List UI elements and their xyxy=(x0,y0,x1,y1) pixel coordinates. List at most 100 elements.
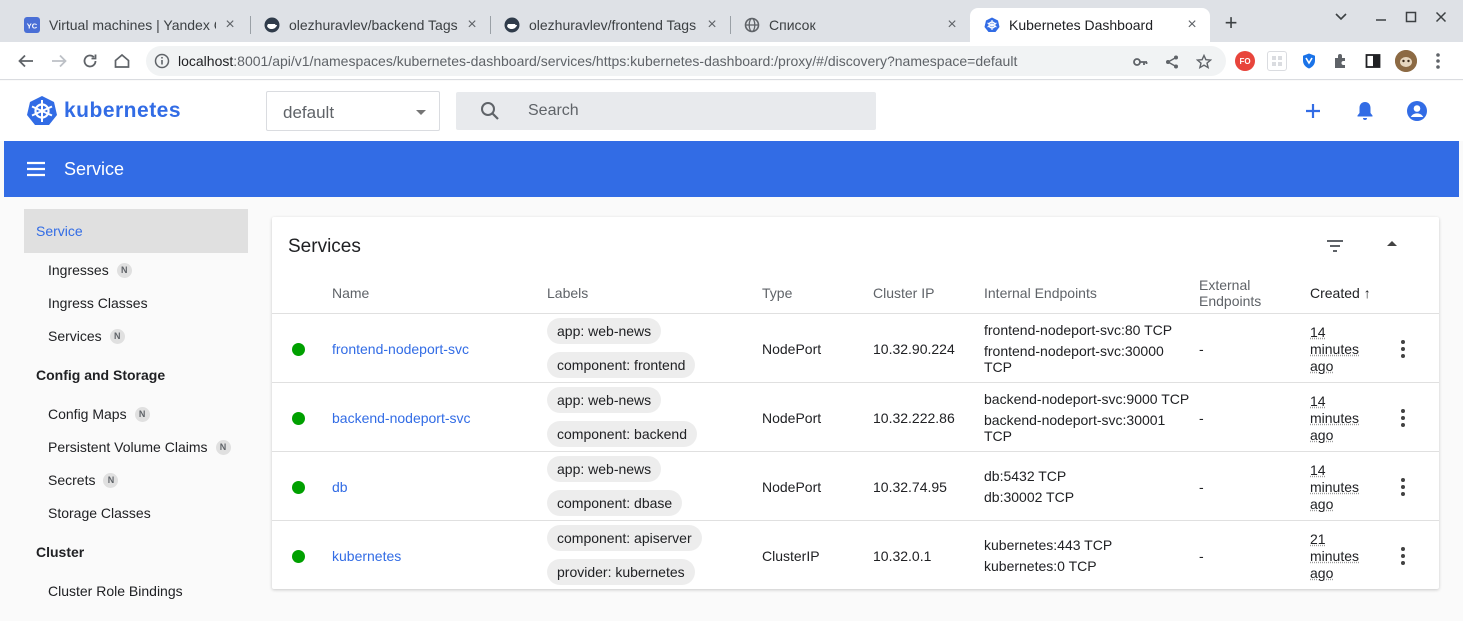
namespace-value: default xyxy=(283,103,335,122)
row-actions-kebab-icon[interactable] xyxy=(1396,476,1410,498)
account-circle-icon[interactable] xyxy=(1405,99,1429,123)
extensions-puzzle-icon[interactable] xyxy=(1331,51,1351,71)
back-arrow-icon[interactable] xyxy=(15,50,37,72)
close-icon[interactable]: × xyxy=(222,17,238,33)
row-actions-kebab-icon[interactable] xyxy=(1396,407,1410,429)
browser-tab-backend[interactable]: olezhuravlev/backend Tags | Docker Hub × xyxy=(250,8,490,42)
close-icon[interactable]: × xyxy=(1184,17,1200,33)
row-actions-kebab-icon[interactable] xyxy=(1396,545,1410,567)
filter-icon[interactable] xyxy=(1324,235,1346,257)
internal-endpoint: db:5432 TCP xyxy=(984,468,1067,484)
namespace-select[interactable]: default xyxy=(266,91,440,131)
column-header-created[interactable]: Created ↑ xyxy=(1310,285,1371,301)
created-age: 21 minutes ago xyxy=(1310,531,1370,582)
browser-tab-spisok[interactable]: Список × xyxy=(730,8,970,42)
sidebar-section-config-and-storage[interactable]: Config and Storage xyxy=(36,367,165,383)
sidebar-item-config-maps[interactable]: Config Maps N xyxy=(48,406,150,422)
extension-badge-text: FO xyxy=(1239,56,1251,66)
url-host: localhost xyxy=(178,53,234,69)
address-bar[interactable]: localhost:8001/api/v1/namespaces/kuberne… xyxy=(146,46,1226,76)
home-icon[interactable] xyxy=(111,50,133,72)
internal-endpoint: kubernetes:443 TCP xyxy=(984,537,1113,553)
cluster-ip: 10.32.0.1 xyxy=(873,548,932,564)
profile-avatar-icon[interactable] xyxy=(1395,50,1417,72)
forward-arrow-icon[interactable] xyxy=(48,50,70,72)
table-row: frontend-nodeport-svc app: web-news comp… xyxy=(272,313,1439,382)
internal-endpoint: backend-nodeport-svc:30001 xyxy=(984,412,1166,428)
reload-icon[interactable] xyxy=(79,50,101,72)
namespaced-badge: N xyxy=(109,328,125,344)
sidebar-item-persistent-volume-claims[interactable]: Persistent Volume Claims N xyxy=(48,439,231,455)
sidebar-item-ingresses[interactable]: Ingresses N xyxy=(48,262,132,278)
site-info-icon[interactable] xyxy=(154,53,170,72)
cluster-ip: 10.32.74.95 xyxy=(873,479,947,495)
status-ok-icon xyxy=(292,343,305,356)
dashboard-header: kubernetes default xyxy=(0,81,1463,141)
sidebar-item-service[interactable]: Service xyxy=(24,209,248,253)
internal-endpoint: TCP xyxy=(984,428,1012,444)
brand-name[interactable]: kubernetes xyxy=(64,99,181,123)
sidebar-item-label: Secrets xyxy=(48,472,96,488)
internal-endpoint: kubernetes:0 TCP xyxy=(984,558,1097,574)
internal-endpoint: TCP xyxy=(984,359,1012,375)
namespaced-badge: N xyxy=(134,406,150,422)
yandex-favicon-text: YC xyxy=(27,22,38,31)
collapse-arrow-icon[interactable] xyxy=(1387,241,1397,246)
cluster-ip: 10.32.90.224 xyxy=(873,341,955,357)
close-icon[interactable]: × xyxy=(464,17,480,33)
service-name-link[interactable]: frontend-nodeport-svc xyxy=(332,341,469,357)
search-box[interactable] xyxy=(456,92,876,130)
tab-search-chevron-icon[interactable] xyxy=(1331,10,1351,30)
sidebar-item-label: Services xyxy=(48,328,102,344)
hamburger-menu-icon[interactable] xyxy=(24,157,48,181)
extension-fo-icon[interactable]: FO xyxy=(1235,51,1255,71)
external-endpoint: - xyxy=(1199,548,1204,564)
service-name-link[interactable]: kubernetes xyxy=(332,548,401,564)
key-icon[interactable] xyxy=(1131,53,1149,71)
service-name-link[interactable]: backend-nodeport-svc xyxy=(332,410,471,426)
create-plus-icon[interactable] xyxy=(1301,99,1325,123)
column-header-name[interactable]: Name xyxy=(332,285,369,301)
browser-tab-title: Virtual machines | Yandex Cloud xyxy=(49,17,216,33)
dropdown-arrow-icon xyxy=(416,110,426,115)
created-age-line: ago xyxy=(1310,358,1334,374)
sidebar-item-cluster-role-bindings[interactable]: Cluster Role Bindings xyxy=(48,583,183,599)
close-icon[interactable]: × xyxy=(704,17,720,33)
shield-icon[interactable] xyxy=(1299,51,1319,71)
globe-icon xyxy=(744,17,760,33)
window-close-icon[interactable] xyxy=(1431,10,1451,30)
sidebar-item-services[interactable]: Services N xyxy=(48,328,125,344)
sidebar-item-label: Config Maps xyxy=(48,406,127,422)
sidebar-item-ingress-classes[interactable]: Ingress Classes xyxy=(48,295,148,311)
row-actions-kebab-icon[interactable] xyxy=(1396,338,1410,360)
sidebar-section-cluster[interactable]: Cluster xyxy=(36,544,84,560)
label-chip: app: web-news xyxy=(547,387,662,413)
browser-toolbar: localhost:8001/api/v1/namespaces/kuberne… xyxy=(0,42,1463,80)
browser-tab-frontend[interactable]: olezhuravlev/frontend Tags | Docker Hub … xyxy=(490,8,730,42)
created-age-line: minutes xyxy=(1310,341,1360,357)
minimize-icon[interactable] xyxy=(1371,10,1391,30)
search-input[interactable] xyxy=(528,100,848,122)
service-name-link[interactable]: db xyxy=(332,479,348,495)
sidebar-item-storage-classes[interactable]: Storage Classes xyxy=(48,505,151,521)
created-age-line: minutes xyxy=(1310,548,1360,564)
maximize-icon[interactable] xyxy=(1401,10,1421,30)
page-title: Service xyxy=(64,159,125,179)
created-age: 14 minutes ago xyxy=(1310,393,1370,444)
column-header-cluster-ip: Cluster IP xyxy=(873,285,935,301)
kubernetes-logo-icon[interactable] xyxy=(26,95,58,127)
browser-tab-yandex[interactable]: YC Virtual machines | Yandex Cloud × xyxy=(10,8,248,42)
share-icon[interactable] xyxy=(1163,53,1181,71)
bookmark-star-icon[interactable] xyxy=(1195,53,1213,71)
notifications-bell-icon[interactable] xyxy=(1353,99,1377,123)
status-ok-icon xyxy=(292,550,305,563)
browser-tab-kubernetes-dashboard[interactable]: Kubernetes Dashboard × xyxy=(970,8,1210,42)
table-row: db app: web-news component: dbase NodePo… xyxy=(272,451,1439,520)
close-icon[interactable]: × xyxy=(944,17,960,33)
extension-grid-icon[interactable] xyxy=(1267,51,1287,71)
new-tab-button[interactable]: + xyxy=(1219,12,1243,36)
side-panel-icon[interactable] xyxy=(1363,51,1383,71)
column-header-created-label: Created xyxy=(1310,285,1360,301)
browser-menu-kebab-icon[interactable] xyxy=(1428,51,1448,71)
sidebar-item-secrets[interactable]: Secrets N xyxy=(48,472,119,488)
